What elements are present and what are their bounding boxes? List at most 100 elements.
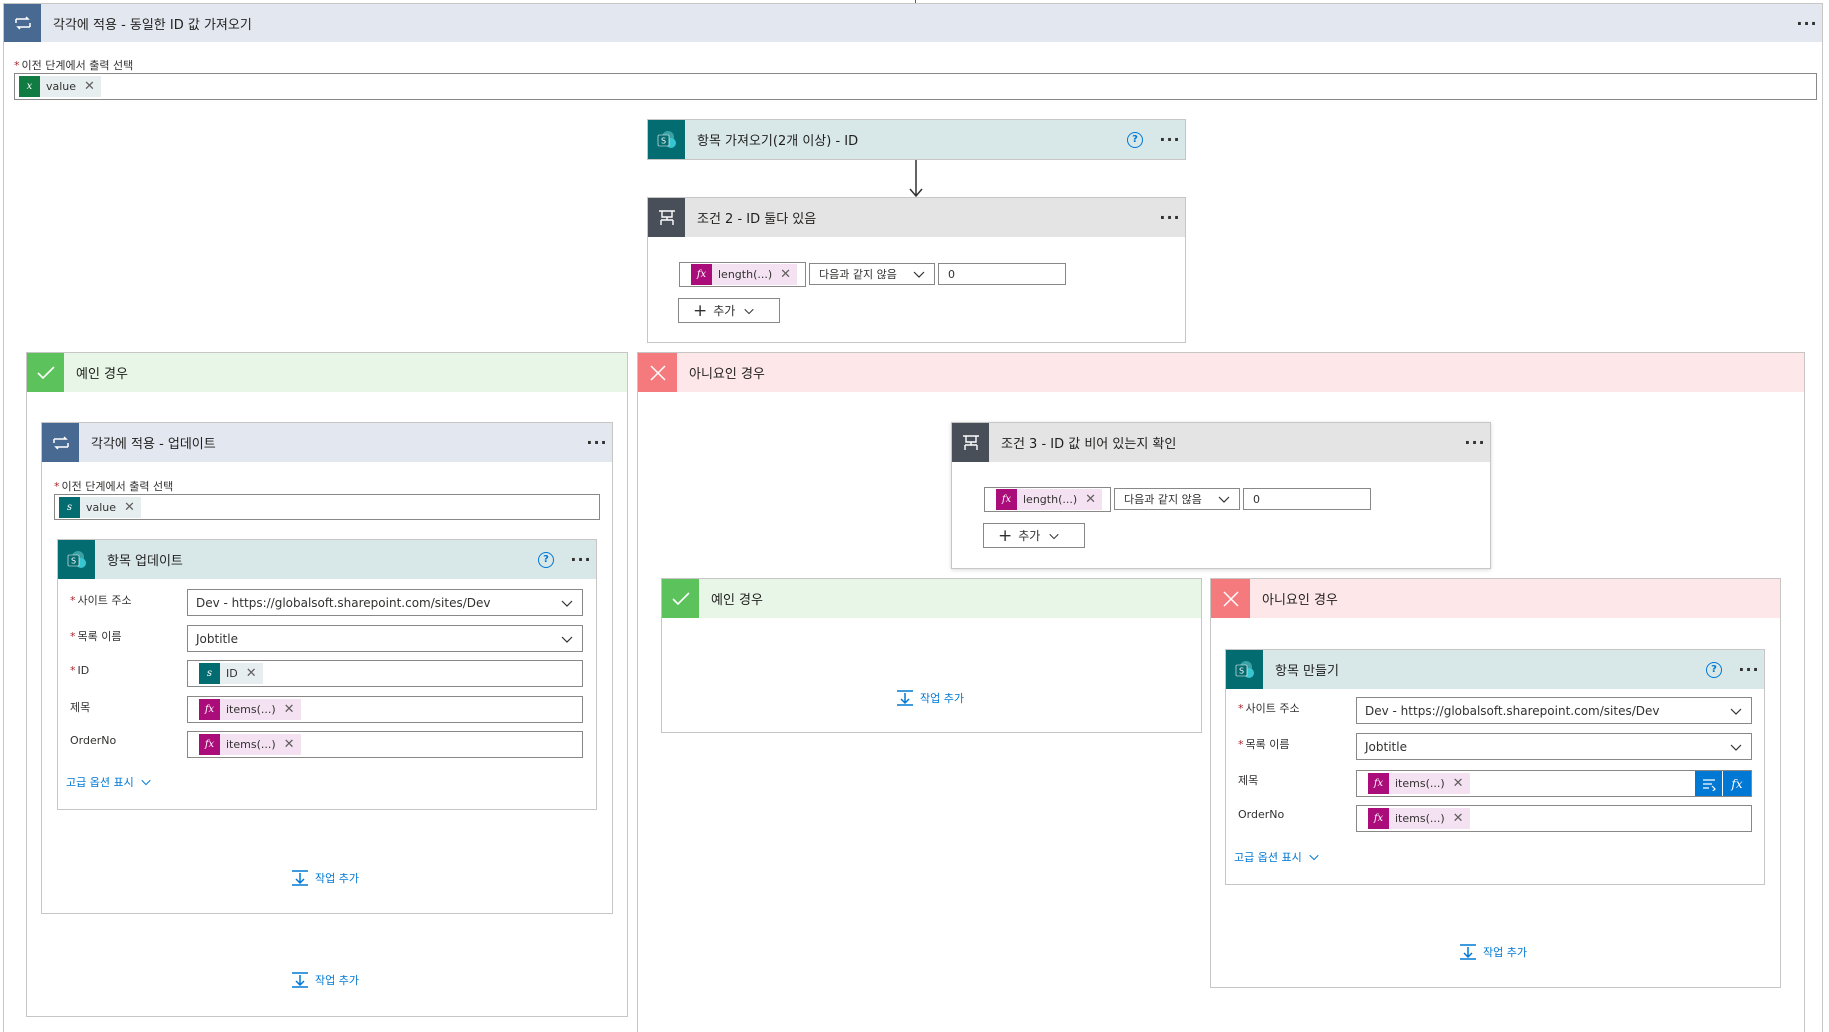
expression-icon[interactable]: fx [1723,771,1751,796]
inner-loop-output-field[interactable]: s value ✕ [54,494,600,520]
operand-value: 0 [1253,492,1260,506]
update-item-title: 항목 업데이트 [107,554,183,569]
help-icon[interactable]: ? [538,551,554,568]
add-action-icon [292,972,308,988]
more-options-icon[interactable]: ··· [582,433,612,452]
orderno-token[interactable]: fx items(...) ✕ [1368,808,1470,829]
add-action-icon [897,690,913,706]
orderno-field[interactable]: fx items(...) ✕ [187,731,583,758]
site-label: * 사이트 주소 [70,594,132,607]
svg-text:S: S [1238,666,1243,675]
list-name-select[interactable]: Jobtitle [1356,733,1752,760]
inner-loop-title: 각각에 적용 - 업데이트 [91,437,216,452]
site-value: Dev - https://globalsoft.sharepoint.com/… [1365,703,1660,718]
add-action-label: 작업 추가 [315,872,359,885]
chevron-down-icon [1309,854,1319,861]
condition3-left-operand[interactable]: fx length(...) ✕ [984,487,1111,512]
chevron-down-icon [744,308,754,314]
chevron-down-icon [913,271,925,278]
condition2-right-operand[interactable]: 0 [938,263,1066,285]
remove-token-icon[interactable]: ✕ [780,267,791,282]
title-field[interactable]: fx items(...) ✕ fx [1356,770,1752,797]
fx-icon: fx [691,264,712,285]
list-value: Jobtitle [196,631,238,646]
outer-loop-field-label: * 이전 단계에서 출력 선택 [14,59,134,72]
site-address-select[interactable]: Dev - https://globalsoft.sharepoint.com/… [187,589,583,616]
condition2-header[interactable]: 조건 2 - ID 둘다 있음 ··· [648,198,1185,237]
more-options-icon[interactable]: ··· [1155,130,1185,149]
dynamic-content-picker: fx [1695,771,1751,796]
expression-token[interactable]: fx length(...) ✕ [996,489,1103,510]
outer-loop-header[interactable]: 각각에 적용 - 동일한 ID 값 가져오기 ··· [4,4,1822,42]
list-label: * 목록 이름 [1238,738,1290,751]
no-branch-header[interactable]: 아니요인 경우 [638,353,1804,392]
title-token[interactable]: fx items(...) ✕ [199,699,301,720]
outer-loop-output-field[interactable]: x value ✕ [14,73,1817,100]
show-advanced-options-link[interactable]: 고급 옵션 표시 [1234,849,1320,865]
condition3-add-button[interactable]: + 추가 [983,523,1085,548]
condition3-operator-select[interactable]: 다음과 같지 않음 [1114,488,1240,510]
advanced-label: 고급 옵션 표시 [1234,851,1302,864]
add-action-label: 작업 추가 [920,692,964,705]
plus-icon: + [998,525,1013,546]
condition3-right-operand[interactable]: 0 [1243,488,1371,510]
condition3-header[interactable]: 조건 3 - ID 값 비어 있는지 확인 ··· [952,423,1490,462]
value-token[interactable]: s value ✕ [59,496,141,518]
dynamic-content-icon[interactable] [1695,771,1723,796]
remove-token-icon[interactable]: ✕ [84,79,95,94]
chevron-down-icon [561,636,573,643]
sub-yes-header[interactable]: 예인 경우 [662,579,1201,618]
condition2-operator-select[interactable]: 다음과 같지 않음 [809,263,935,285]
help-icon[interactable]: ? [1706,661,1722,678]
sub-no-add-action-button[interactable]: 작업 추가 [1459,943,1527,961]
check-icon [662,579,699,618]
get-items-header[interactable]: S 항목 가져오기(2개 이상) - ID ? ··· [648,120,1185,159]
condition2-left-operand[interactable]: fx length(...) ✕ [679,262,806,287]
title-field[interactable]: fx items(...) ✕ [187,696,583,723]
sub-yes-add-action-button[interactable]: 작업 추가 [896,689,964,707]
update-item-header[interactable]: S 항목 업데이트 ? ··· [58,540,596,579]
more-options-icon[interactable]: ··· [1155,208,1185,227]
id-field[interactable]: s ID ✕ [187,660,583,687]
remove-token-icon[interactable]: ✕ [246,666,257,681]
yes-branch-header[interactable]: 예인 경우 [27,353,627,392]
site-address-select[interactable]: Dev - https://globalsoft.sharepoint.com/… [1356,697,1752,724]
id-label: * ID [70,664,90,677]
create-item-header[interactable]: S 항목 만들기 ? ··· [1226,650,1764,689]
help-icon[interactable]: ? [1127,131,1143,148]
condition-icon [648,198,685,237]
show-advanced-options-link[interactable]: 고급 옵션 표시 [66,774,152,790]
more-options-icon[interactable]: ··· [1460,433,1490,452]
sub-no-header[interactable]: 아니요인 경우 [1211,579,1780,618]
more-options-icon[interactable]: ··· [1792,14,1822,33]
inner-loop-header[interactable]: 각각에 적용 - 업데이트 ··· [42,423,612,462]
connector-arrow [909,160,923,198]
condition-icon [952,423,989,462]
condition2-add-button[interactable]: + 추가 [678,298,780,323]
chevron-down-icon [1730,744,1742,751]
remove-token-icon[interactable]: ✕ [1085,492,1096,507]
more-options-icon[interactable]: ··· [566,550,596,569]
outer-add-action-button[interactable]: 작업 추가 [291,971,359,989]
remove-token-icon[interactable]: ✕ [284,737,295,752]
no-branch-title: 아니요인 경우 [689,367,765,382]
expression-token[interactable]: fx length(...) ✕ [691,264,798,285]
orderno-field[interactable]: fx items(...) ✕ [1356,805,1752,832]
condition3-title: 조건 3 - ID 값 비어 있는지 확인 [1001,437,1177,452]
remove-token-icon[interactable]: ✕ [1453,776,1464,791]
id-token[interactable]: s ID ✕ [199,663,263,684]
add-action-icon [292,870,308,886]
list-value: Jobtitle [1365,739,1407,754]
remove-token-icon[interactable]: ✕ [1453,811,1464,826]
title-token[interactable]: fx items(...) ✕ [1368,773,1470,794]
more-options-icon[interactable]: ··· [1734,660,1764,679]
svg-text:S: S [660,136,665,145]
orderno-token[interactable]: fx items(...) ✕ [199,734,301,755]
add-action-icon [1460,944,1476,960]
inner-add-action-button[interactable]: 작업 추가 [291,869,359,887]
site-value: Dev - https://globalsoft.sharepoint.com/… [196,595,491,610]
remove-token-icon[interactable]: ✕ [124,500,135,515]
remove-token-icon[interactable]: ✕ [284,702,295,717]
value-token[interactable]: x value ✕ [19,76,101,97]
list-name-select[interactable]: Jobtitle [187,625,583,652]
